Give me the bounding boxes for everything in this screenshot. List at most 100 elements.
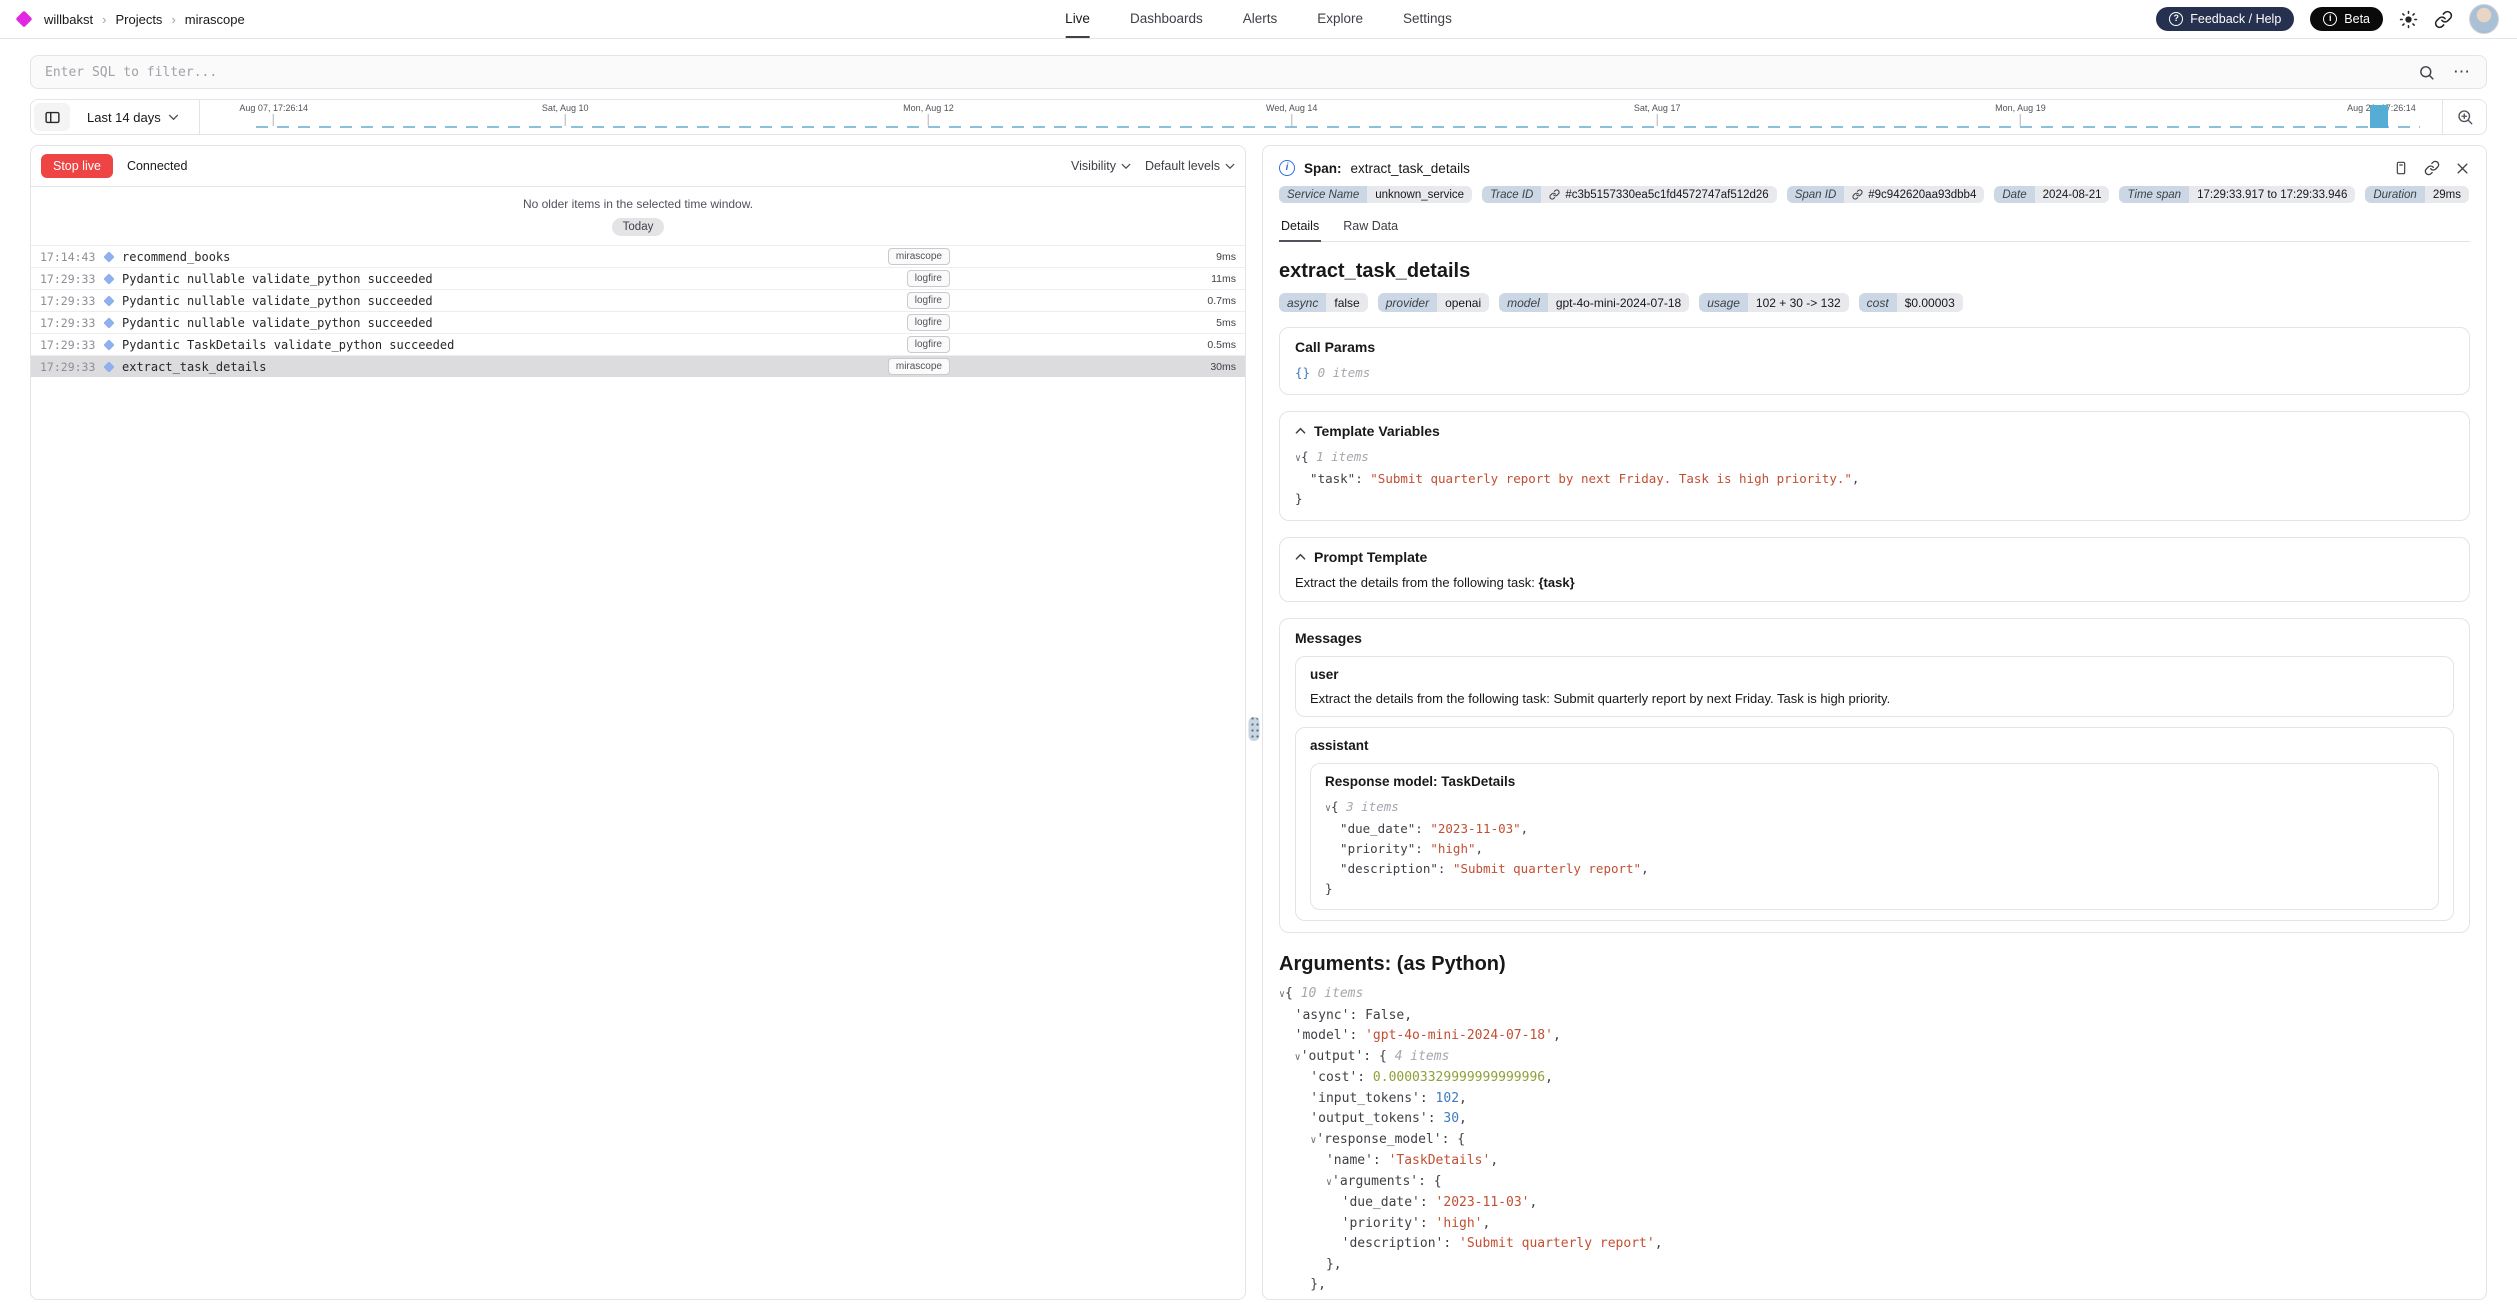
connection-status: Connected: [127, 159, 187, 173]
template-variables-card: Template Variables ∨{ 1 items "task": "S…: [1279, 411, 2470, 521]
nav-tab[interactable]: Explore: [1317, 0, 1363, 38]
code-line: ∨{ 1 items: [1295, 447, 2454, 469]
scope-badge[interactable]: logfire: [907, 336, 950, 353]
code-line: 'name': 'TaskDetails',: [1279, 1151, 2470, 1172]
log-row[interactable]: 17:29:33 Pydantic TaskDetails validate_p…: [31, 333, 1245, 355]
timeline-tick: Sat, Aug 17: [1634, 103, 1681, 126]
close-icon[interactable]: [2455, 161, 2470, 176]
log-row-duration: 30ms: [1192, 361, 1236, 373]
log-row-time: 17:29:33: [40, 316, 104, 330]
log-row[interactable]: 17:29:33 Pydantic nullable validate_pyth…: [31, 267, 1245, 289]
app-header: willbakst › Projects › mirascope LiveDas…: [0, 0, 2517, 39]
log-row[interactable]: 17:29:33 extract_task_details mirascope …: [31, 355, 1245, 377]
log-row-duration: 11ms: [1192, 273, 1236, 285]
prompt-template-prefix: Extract the details from the following t…: [1295, 575, 1539, 590]
log-row[interactable]: 17:29:33 Pydantic nullable validate_pyth…: [31, 311, 1245, 333]
scope-badge[interactable]: logfire: [907, 314, 950, 331]
code-line: 'due_date': '2023-11-03',: [1279, 1193, 2470, 1214]
attribute-chip-label: model: [1499, 293, 1548, 312]
code-line: 'output_tokens': 30,: [1279, 1109, 2470, 1130]
meta-chip-value: 29ms: [2433, 189, 2461, 201]
beta-badge[interactable]: i Beta: [2310, 7, 2383, 31]
span-meta-chip: Service Name unknown_service: [1279, 186, 1472, 203]
span-attribute-chip: provider openai: [1378, 293, 1489, 312]
user-avatar[interactable]: [2469, 4, 2499, 34]
timeline-tick-mark: [1291, 114, 1292, 126]
attribute-chip-label: provider: [1378, 293, 1437, 312]
attribute-chip-label: usage: [1699, 293, 1748, 312]
main-nav-tabs: Live Dashboards Alerts Explore Settings: [1065, 0, 1452, 38]
search-icon[interactable]: [2418, 64, 2435, 81]
question-icon: ?: [2169, 12, 2183, 26]
timeline-histogram[interactable]: Aug 07, 17:26:14 Sat, Aug 10 Mon, Aug 12…: [199, 100, 2442, 134]
attribute-chip-value: gpt-4o-mini-2024-07-18: [1548, 293, 1689, 312]
collapse-section-icon[interactable]: [1295, 427, 1306, 435]
collapse-section-icon[interactable]: [1295, 553, 1306, 561]
feedback-help-label: Feedback / Help: [2190, 12, 2281, 26]
span-attribute-badges: async false provider openai model gpt-4o…: [1279, 293, 2470, 312]
timeline-spike[interactable]: [2370, 105, 2388, 128]
scope-badge[interactable]: logfire: [907, 270, 950, 287]
timeline-tick-mark: [928, 114, 929, 126]
timeline-tick-label: Mon, Aug 19: [1995, 103, 2046, 113]
copy-link-icon[interactable]: [2424, 160, 2440, 176]
log-row[interactable]: 17:29:33 Pydantic nullable validate_pyth…: [31, 289, 1245, 311]
logfire-logo[interactable]: [16, 11, 33, 28]
nav-tab[interactable]: Settings: [1403, 0, 1452, 38]
scope-badge[interactable]: mirascope: [888, 358, 950, 375]
breadcrumb-project[interactable]: mirascope: [185, 12, 245, 27]
link-icon[interactable]: [1549, 189, 1560, 200]
open-drawer-icon[interactable]: [2393, 160, 2409, 176]
breadcrumb-org[interactable]: willbakst: [44, 12, 93, 27]
code-line: "description": "Submit quarterly report"…: [1325, 859, 2424, 879]
span-detail-tab[interactable]: Details: [1279, 214, 1321, 242]
timeline-tick-mark: [273, 114, 274, 126]
span-meta-chip: Span ID #9c942620aa93dbb4: [1787, 186, 1985, 203]
meta-chip-label: Duration: [2365, 186, 2424, 203]
response-model-title: Response model: TaskDetails: [1325, 774, 2424, 789]
share-link-icon[interactable]: [2434, 10, 2453, 29]
timeline-tick-mark: [1657, 114, 1658, 126]
template-variables-code: ∨{ 1 items "task": "Submit quarterly rep…: [1295, 447, 2454, 509]
breadcrumb-projects[interactable]: Projects: [115, 12, 162, 27]
attribute-chip-value: 102 + 30 -> 132: [1748, 293, 1849, 312]
theme-toggle-icon[interactable]: [2399, 10, 2418, 29]
log-row-name: Pydantic nullable validate_python succee…: [122, 316, 907, 330]
span-panel-header: i Span: extract_task_details: [1279, 154, 2470, 186]
timeline-zoom-button[interactable]: [2442, 100, 2486, 134]
code-line: }: [1295, 489, 2454, 509]
timeline-tick-label: Sat, Aug 17: [1634, 103, 1681, 113]
log-row[interactable]: 17:14:43 recommend_books mirascope 9ms: [31, 245, 1245, 267]
nav-tab[interactable]: Live: [1065, 0, 1090, 38]
default-levels-menu[interactable]: Default levels: [1145, 159, 1235, 173]
day-divider-badge: Today: [612, 218, 665, 236]
panel-gutter: [1246, 145, 1262, 1300]
scope-badge[interactable]: mirascope: [888, 248, 950, 265]
visibility-menu[interactable]: Visibility: [1071, 159, 1131, 173]
span-name: extract_task_details: [1351, 161, 1470, 176]
sql-filter-input[interactable]: [45, 65, 2418, 80]
stop-live-button[interactable]: Stop live: [41, 154, 113, 178]
span-diamond-icon: [103, 295, 114, 306]
code-line: 'async': False,: [1279, 1006, 2470, 1027]
call-params-title: Call Params: [1295, 339, 2454, 355]
link-icon[interactable]: [1852, 189, 1863, 200]
attribute-chip-value: openai: [1437, 293, 1489, 312]
timeline-tick: Mon, Aug 19: [1995, 103, 2046, 126]
chevron-down-icon: [168, 114, 179, 121]
more-options-icon[interactable]: ⋯: [2453, 67, 2472, 77]
time-range-selector[interactable]: Last 14 days: [73, 100, 199, 134]
sidebar-toggle-button[interactable]: [34, 103, 70, 131]
timeline-tick: Sat, Aug 10: [542, 103, 589, 126]
timeline-tick-mark: [565, 114, 566, 126]
resize-grip-handle[interactable]: [1249, 717, 1260, 741]
span-detail-tab[interactable]: Raw Data: [1341, 214, 1400, 242]
feedback-help-button[interactable]: ? Feedback / Help: [2156, 7, 2294, 31]
code-line: 'description': 'Submit quarterly report'…: [1279, 1234, 2470, 1255]
code-line: 'cost': 0.00003329999999999996,: [1279, 1068, 2470, 1089]
nav-tab[interactable]: Alerts: [1243, 0, 1278, 38]
scope-badge[interactable]: logfire: [907, 292, 950, 309]
span-diamond-icon: [103, 251, 114, 262]
nav-tab[interactable]: Dashboards: [1130, 0, 1203, 38]
code-line: ∨'output': { 4 items: [1279, 1047, 2470, 1069]
